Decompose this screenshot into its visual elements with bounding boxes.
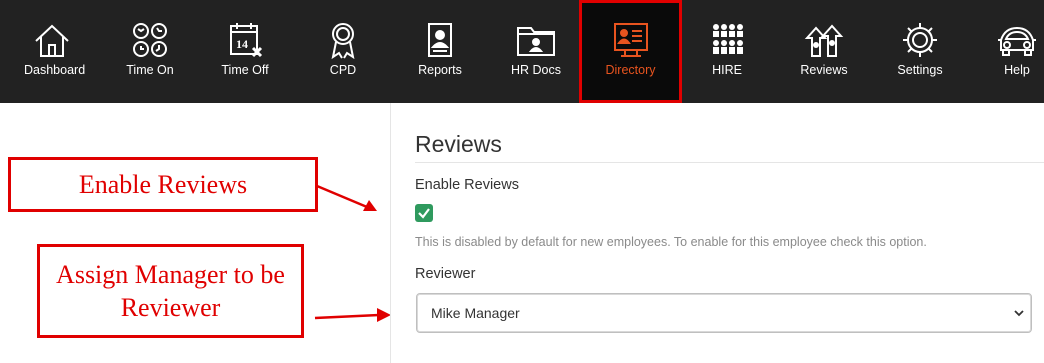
nav-time-off[interactable]: 14 Time Off [203, 0, 287, 103]
directory-icon [613, 23, 648, 57]
nav-reports[interactable]: Reports [398, 0, 482, 103]
nav-settings[interactable]: Settings [878, 0, 962, 103]
folder-person-icon [517, 27, 555, 56]
nav-label: CPD [329, 63, 357, 77]
reviewer-selected-value: Mike Manager [431, 305, 520, 321]
nav-label: Settings [897, 63, 943, 77]
nav-label: Dashboard [24, 63, 86, 77]
nav-label: Reviews [800, 63, 848, 77]
chevron-down-icon [1014, 310, 1024, 317]
enable-reviews-help: This is disabled by default for new empl… [415, 235, 927, 249]
nav-label: Directory [605, 63, 656, 77]
title-divider [415, 162, 1044, 163]
nav-reviews[interactable]: Reviews [782, 0, 866, 103]
nav-label: Reports [418, 63, 462, 77]
nav-label: HIRE [712, 63, 742, 77]
nav-help[interactable]: Help [975, 0, 1044, 103]
nav-label: HR Docs [510, 63, 561, 77]
callout-enable-reviews: Enable Reviews [8, 157, 318, 212]
callout-arrow-icon [316, 184, 377, 211]
enable-reviews-label: Enable Reviews [415, 177, 519, 193]
nav-label: Time On [126, 63, 174, 77]
nav-dashboard[interactable]: Dashboard [18, 0, 86, 103]
nav-label: Help [1004, 63, 1030, 77]
gear-icon [903, 23, 937, 57]
nav-label: Time Off [221, 63, 269, 77]
reviewer-label: Reviewer [415, 266, 476, 282]
nav-time-on[interactable]: Time On [108, 0, 192, 103]
nav-hr-docs[interactable]: HR Docs [494, 0, 578, 103]
calendar-icon: 14 [230, 23, 263, 58]
people-grid-icon [713, 24, 743, 54]
report-document-icon [428, 23, 452, 57]
column-divider [390, 103, 391, 363]
nav-hire[interactable]: HIRE [685, 0, 769, 103]
car-icon [998, 26, 1036, 56]
home-icon [35, 24, 69, 57]
callout-arrow-icon [314, 308, 391, 322]
clocks-icon [133, 23, 167, 57]
checkmark-icon [418, 208, 430, 219]
svg-text:14: 14 [236, 37, 248, 51]
reviewer-select[interactable]: Mike Manager [416, 293, 1032, 333]
section-title: Reviews [415, 131, 502, 157]
callout-assign-manager: Assign Manager to be Reviewer [37, 244, 304, 338]
award-ribbon-icon [331, 23, 355, 60]
reviews-arrows-icon [804, 24, 844, 57]
enable-reviews-checkbox[interactable] [415, 204, 433, 222]
top-navbar: Dashboard Time On 14 Time Off CPD Report… [0, 0, 1044, 103]
nav-cpd[interactable]: CPD [301, 0, 385, 103]
nav-directory[interactable]: Directory [579, 0, 682, 103]
